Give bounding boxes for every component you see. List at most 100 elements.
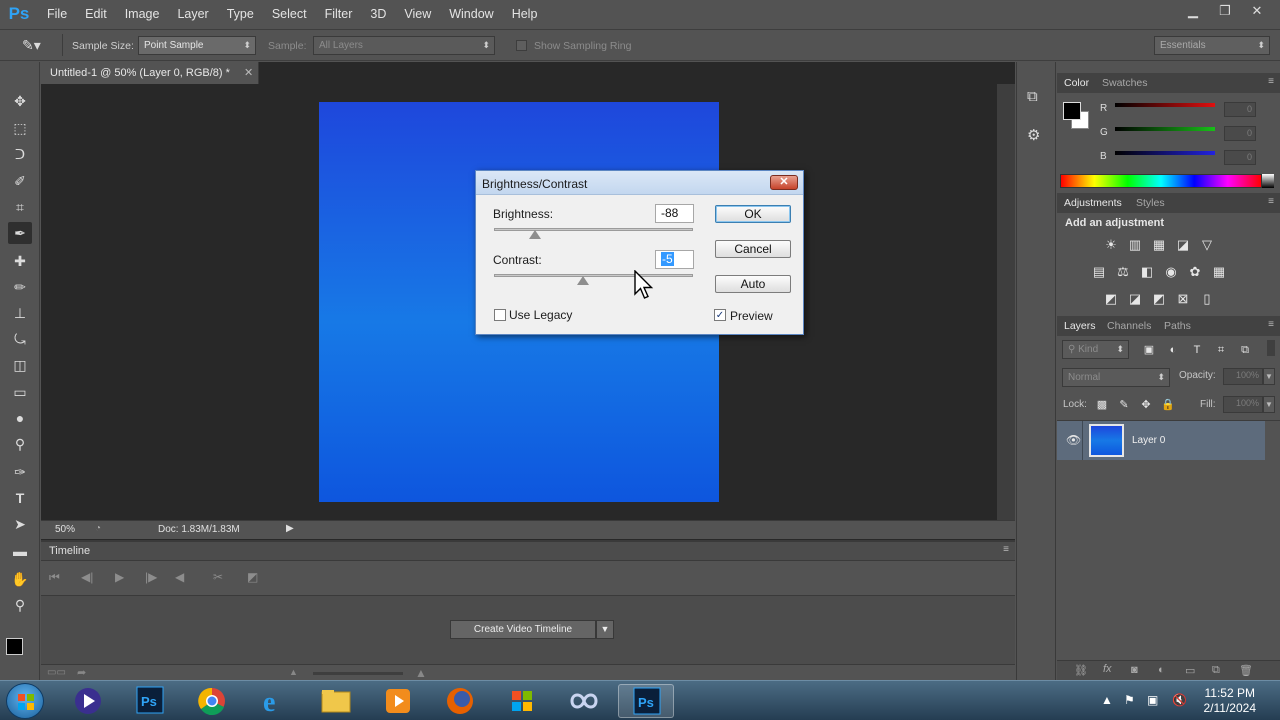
clone-stamp-tool-icon[interactable]: ⊥ [8, 302, 32, 324]
brightness-slider[interactable] [494, 228, 693, 231]
layer-kind-filter[interactable]: ⚲ Kind ⬍ [1062, 340, 1129, 359]
menu-select[interactable]: Select [263, 0, 316, 28]
panel-menu-icon[interactable]: ≡ [1003, 544, 1009, 555]
invert-icon[interactable]: ◩ [1103, 292, 1119, 306]
vibrance-icon[interactable]: ▽ [1199, 238, 1215, 252]
show-sampling-ring-checkbox[interactable] [516, 40, 527, 51]
vertical-scrollbar[interactable] [997, 84, 1015, 520]
channel-mixer-icon[interactable]: ✿ [1187, 265, 1203, 279]
layer-thumbnail[interactable] [1089, 424, 1124, 457]
lasso-tool-icon[interactable]: ᑐ [8, 143, 32, 165]
curves-icon[interactable]: ▦ [1151, 238, 1167, 252]
panel-menu-icon[interactable]: ≡ [1268, 196, 1274, 207]
windows-start-button[interactable] [6, 683, 44, 719]
file-explorer-icon[interactable] [308, 684, 364, 718]
new-adjustment-layer-icon[interactable]: ◐ [1158, 664, 1165, 676]
black-white-ramp[interactable] [1262, 174, 1274, 188]
hue-saturation-icon[interactable]: ▤ [1091, 265, 1107, 279]
blend-mode-select[interactable]: Normal ⬍ [1062, 368, 1170, 387]
close-icon[interactable]: ✕ [1244, 2, 1270, 20]
threshold-icon[interactable]: ◩ [1151, 292, 1167, 306]
channel-r-value[interactable]: 0 [1224, 102, 1256, 117]
channel-g-value[interactable]: 0 [1224, 126, 1256, 141]
move-tool-icon[interactable]: ✥ [8, 90, 32, 112]
tab-color[interactable]: Color [1064, 77, 1089, 89]
frame-mode-icon[interactable]: ▭▭ [47, 667, 66, 678]
eyedropper-tool-preset-icon[interactable]: ✎▾ [22, 37, 41, 54]
media-player-icon[interactable] [60, 684, 116, 718]
auto-button[interactable]: Auto [715, 275, 791, 293]
tab-swatches[interactable]: Swatches [1102, 77, 1148, 89]
use-legacy-checkbox[interactable] [494, 309, 506, 321]
channel-b-value[interactable]: 0 [1224, 150, 1256, 165]
close-icon[interactable]: ✕ [244, 66, 253, 79]
tab-paths[interactable]: Paths [1164, 320, 1191, 332]
photoshop-icon[interactable]: Ps [122, 684, 178, 718]
hand-tool-icon[interactable]: ✋ [8, 568, 32, 590]
blur-tool-icon[interactable]: ● [8, 407, 32, 429]
lock-pixels-icon[interactable]: ✎ [1116, 398, 1132, 412]
foreground-color-swatch[interactable] [6, 638, 23, 655]
sample-select[interactable]: All Layers ⬍ [313, 36, 495, 55]
color-spectrum-ramp[interactable] [1060, 174, 1262, 188]
play-icon[interactable]: ▶ [115, 570, 124, 584]
layer-row[interactable]: 👁 Layer 0 [1057, 421, 1265, 460]
network-icon[interactable]: ▣ [1147, 693, 1158, 707]
ok-button[interactable]: OK [715, 205, 791, 223]
action-center-flag-icon[interactable]: ⚑ [1124, 693, 1135, 707]
menu-window[interactable]: Window [440, 0, 502, 28]
close-icon[interactable]: ✕ [770, 175, 798, 190]
zoom-level[interactable]: 50% [55, 524, 75, 535]
previous-frame-icon[interactable]: ◀| [81, 570, 93, 584]
rectangle-tool-icon[interactable]: ▬ [8, 540, 32, 562]
photoshop-icon[interactable]: Ps [618, 684, 674, 718]
menu-3d[interactable]: 3D [361, 0, 395, 28]
cancel-button[interactable]: Cancel [715, 240, 791, 258]
channel-g-slider[interactable] [1115, 127, 1215, 131]
channel-b-slider[interactable] [1115, 151, 1215, 155]
lock-position-icon[interactable]: ✥ [1138, 398, 1154, 412]
black-white-icon[interactable]: ◧ [1139, 265, 1155, 279]
zoom-tool-icon[interactable]: ⚲ [8, 594, 32, 616]
zoom-out-icon[interactable]: ▲ [289, 667, 298, 677]
panel-menu-icon[interactable]: ≡ [1268, 319, 1274, 330]
properties-panel-icon[interactable]: ⚙ [1027, 126, 1040, 144]
next-frame-icon[interactable]: |▶ [145, 570, 157, 584]
menu-image[interactable]: Image [116, 0, 169, 28]
status-menu-arrow-icon[interactable]: ▶ [286, 523, 294, 534]
firefox-icon[interactable] [432, 684, 488, 718]
add-mask-icon[interactable]: ◙ [1131, 664, 1138, 676]
brightness-input[interactable]: -88 [655, 204, 694, 223]
create-video-timeline-button[interactable]: Create Video Timeline [450, 620, 596, 639]
type-tool-icon[interactable]: T [8, 487, 32, 509]
pen-tool-icon[interactable]: ✑ [8, 461, 32, 483]
timeline-zoom-slider[interactable] [313, 672, 403, 675]
opacity-value[interactable]: 100% [1223, 368, 1263, 385]
color-lookup-icon[interactable]: ▦ [1211, 265, 1227, 279]
transition-icon[interactable]: ◩ [247, 570, 258, 584]
document-tab[interactable]: Untitled-1 @ 50% (Layer 0, RGB/8) * ✕ [41, 62, 259, 84]
menu-layer[interactable]: Layer [168, 0, 217, 28]
chrome-icon[interactable] [184, 684, 240, 718]
levels-icon[interactable]: ▥ [1127, 238, 1143, 252]
delete-layer-icon[interactable]: 🗑 [1239, 664, 1253, 677]
dodge-tool-icon[interactable]: ⚲ [8, 433, 32, 455]
sample-size-select[interactable]: Point Sample ⬍ [138, 36, 256, 55]
gradient-tool-icon[interactable]: ▭ [8, 381, 32, 403]
tab-channels[interactable]: Channels [1107, 320, 1151, 332]
chevron-down-icon[interactable]: ▼ [1263, 368, 1275, 385]
eraser-tool-icon[interactable]: ◫ [8, 354, 32, 376]
panel-menu-icon[interactable]: ≡ [1268, 76, 1274, 87]
eyedropper-tool-icon[interactable]: ✒ [8, 222, 32, 244]
system-clock[interactable]: 11:52 PM 2/11/2024 [1204, 686, 1257, 716]
preview-checkbox[interactable]: ✓ [714, 309, 726, 321]
zoom-in-icon[interactable]: ▲ [415, 666, 427, 680]
fill-value[interactable]: 100% [1223, 396, 1263, 413]
menu-edit[interactable]: Edit [76, 0, 116, 28]
infinity-app-icon[interactable] [556, 684, 612, 718]
filter-adjustment-icon[interactable]: ◐ [1165, 343, 1181, 357]
filter-toggle[interactable] [1267, 340, 1275, 356]
menu-view[interactable]: View [395, 0, 440, 28]
gradient-map-icon[interactable]: ▯ [1199, 292, 1215, 306]
menu-filter[interactable]: Filter [316, 0, 362, 28]
